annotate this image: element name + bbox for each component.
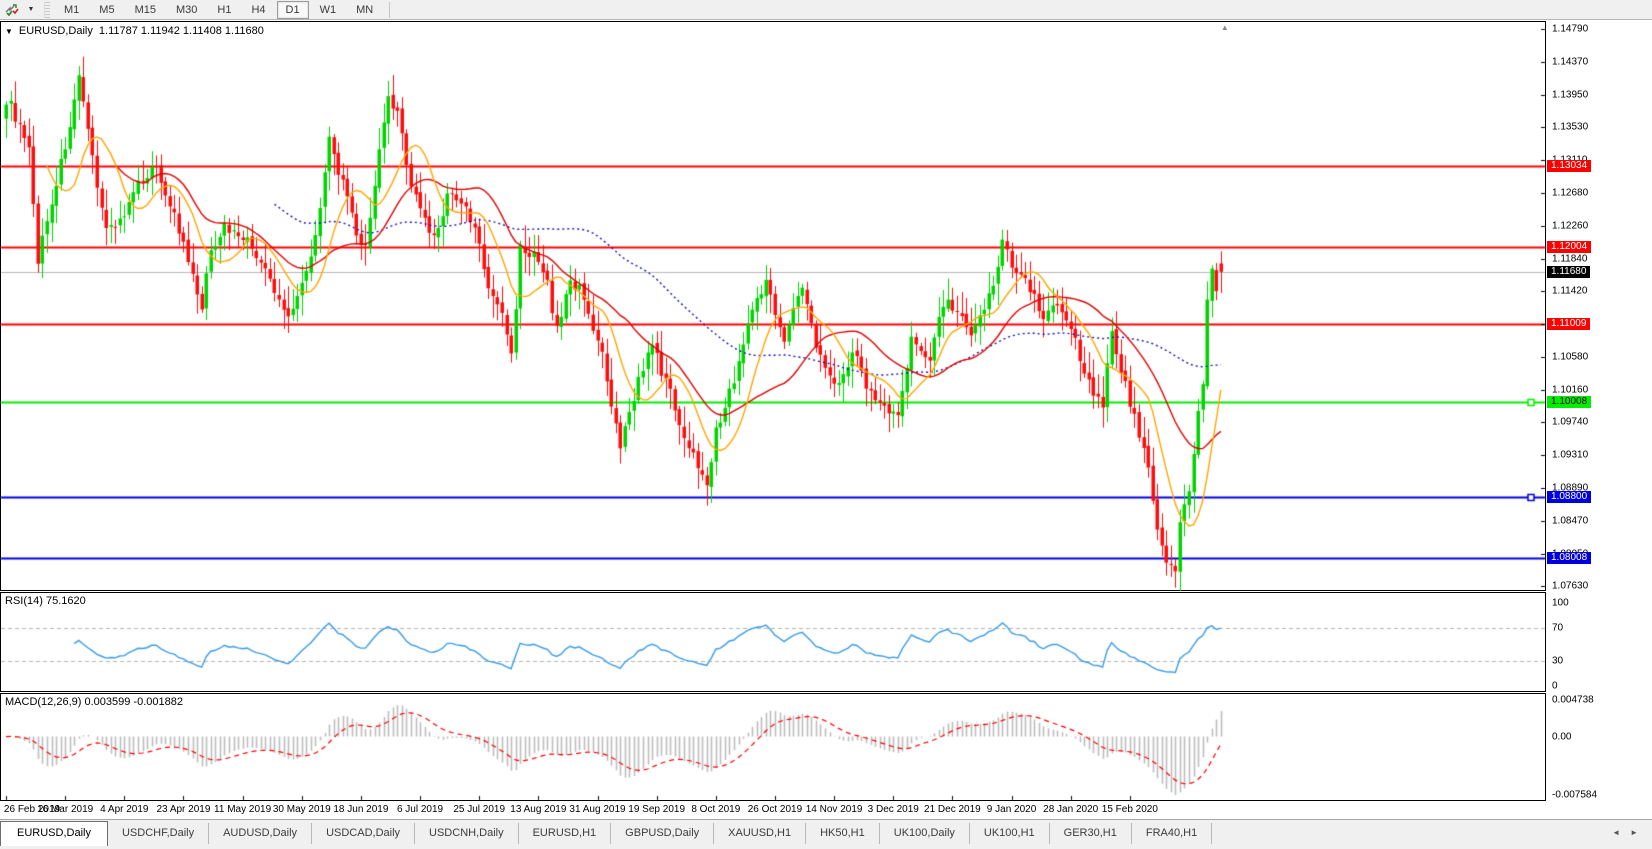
- rsi-canvas[interactable]: [0, 592, 1546, 692]
- price-tick-label: 1.07630: [1552, 581, 1588, 592]
- timeframe-button-d1[interactable]: D1: [277, 1, 309, 19]
- date-tick-label: 19 Sep 2019: [628, 804, 685, 815]
- date-tick-label: 4 Apr 2019: [100, 804, 148, 815]
- symbol-tab-usdchf-daily[interactable]: USDCHF,Daily: [108, 823, 209, 844]
- price-tick-label: 1.12680: [1552, 187, 1588, 198]
- date-tick-label: 31 Aug 2019: [569, 804, 625, 815]
- level-price-chip: 1.12004: [1547, 241, 1591, 253]
- rsi-tick-label: 70: [1552, 622, 1563, 633]
- price-tick-label: 1.13530: [1552, 122, 1588, 133]
- symbol-tab-audusd-daily[interactable]: AUDUSD,Daily: [209, 823, 312, 844]
- symbol-tab-uk100-daily[interactable]: UK100,Daily: [880, 823, 970, 844]
- toolbar-drag-handle[interactable]: [44, 2, 50, 18]
- level-price-chip: 1.10008: [1547, 396, 1591, 408]
- chart-symbol-label: EURUSD,Daily: [19, 25, 93, 37]
- symbol-tab-eurusd-h1[interactable]: EURUSD,H1: [519, 823, 612, 844]
- macd-axis: 0.004738 0.00 -0.007584: [1546, 693, 1652, 801]
- collapse-arrow-icon[interactable]: ▼: [5, 27, 13, 36]
- level-price-chip: 1.08008: [1547, 552, 1591, 564]
- date-tick-label: 14 Nov 2019: [806, 804, 863, 815]
- timeframe-button-m30[interactable]: M30: [167, 1, 206, 19]
- price-tick-label: 1.13950: [1552, 89, 1588, 100]
- chart-title: ▼ EURUSD,Daily 1.11787 1.11942 1.11408 1…: [5, 25, 264, 37]
- symbol-tab-uk100-h1[interactable]: UK100,H1: [970, 823, 1050, 844]
- date-tick-label: 23 Apr 2019: [156, 804, 210, 815]
- price-tick-label: 1.09740: [1552, 417, 1588, 428]
- timeframe-button-h1[interactable]: H1: [208, 1, 240, 19]
- timeframe-button-m5[interactable]: M5: [90, 1, 123, 19]
- timeframe-toolbar: M1M5M15M30H1H4D1W1MN: [54, 0, 383, 20]
- date-tick-label: 16 Mar 2019: [37, 804, 93, 815]
- timeframe-button-w1[interactable]: W1: [311, 1, 346, 19]
- date-tick-label: 3 Dec 2019: [868, 804, 919, 815]
- price-tick-label: 1.09310: [1552, 450, 1588, 461]
- price-tick-label: 1.10580: [1552, 351, 1588, 362]
- price-axis: 1.147901.143701.139501.135301.131101.126…: [1546, 21, 1652, 591]
- level-price-chip: 1.11009: [1547, 318, 1590, 330]
- rsi-label: RSI(14) 75.1620: [5, 595, 86, 607]
- symbol-tab-usdcad-daily[interactable]: USDCAD,Daily: [312, 823, 415, 844]
- macd-label: MACD(12,26,9) 0.003599 -0.001882: [5, 696, 183, 708]
- tab-scroll-left-icon[interactable]: ◄: [1612, 828, 1620, 837]
- chart-tabs-bar: EURUSD,DailyUSDCHF,DailyAUDUSD,DailyUSDC…: [0, 819, 1652, 849]
- macd-panel: MACD(12,26,9) 0.003599 -0.001882 0.00473…: [0, 693, 1652, 801]
- date-tick-label: 28 Jan 2020: [1043, 804, 1098, 815]
- date-tick-label: 21 Dec 2019: [924, 804, 981, 815]
- macd-tick-label: -0.007584: [1552, 790, 1597, 801]
- date-tick-label: 26 Oct 2019: [748, 804, 802, 815]
- timeframe-button-m15[interactable]: M15: [126, 1, 165, 19]
- macd-tick-label: 0.00: [1552, 731, 1571, 742]
- date-tick-label: 13 Aug 2019: [510, 804, 566, 815]
- macd-tick-label: 0.004738: [1552, 695, 1594, 706]
- date-tick-label: 6 Jul 2019: [397, 804, 443, 815]
- price-tick-label: 1.12260: [1552, 220, 1588, 231]
- price-tick-label: 1.14370: [1552, 56, 1588, 67]
- chart-shift-marker[interactable]: ▲: [1221, 23, 1229, 32]
- symbol-tab-xauusd-h1[interactable]: XAUUSD,H1: [714, 823, 806, 844]
- symbol-tab-hk50-h1[interactable]: HK50,H1: [806, 823, 880, 844]
- rsi-panel: RSI(14) 75.1620 100 70 30 0: [0, 592, 1652, 692]
- symbol-tab-usdcnh-daily[interactable]: USDCNH,Daily: [415, 823, 519, 844]
- level-price-chip: 1.08800: [1547, 491, 1591, 503]
- price-tick-label: 1.14790: [1552, 24, 1588, 35]
- symbols-icon[interactable]: [0, 1, 24, 19]
- chart-dropdown-arrow-icon[interactable]: ▼: [24, 1, 38, 19]
- date-tick-label: 18 Jun 2019: [333, 804, 388, 815]
- rsi-tick-label: 100: [1552, 598, 1569, 609]
- toolbar: ▼ M1M5M15M30H1H4D1W1MN: [0, 0, 1652, 20]
- timeframe-button-h4[interactable]: H4: [242, 1, 274, 19]
- date-tick-label: 30 May 2019: [273, 804, 331, 815]
- current-price-chip: 1.11680: [1547, 266, 1590, 278]
- symbol-tab-ger30-h1[interactable]: GER30,H1: [1050, 823, 1132, 844]
- trading-app-window: ▼ M1M5M15M30H1H4D1W1MN ▼ EURUSD,Daily 1.…: [0, 0, 1652, 849]
- symbol-tab-fra40-h1[interactable]: FRA40,H1: [1132, 823, 1212, 844]
- symbol-tab-gbpusd-daily[interactable]: GBPUSD,Daily: [611, 823, 714, 844]
- price-tick-label: 1.10160: [1552, 384, 1588, 395]
- date-tick-label: 9 Jan 2020: [987, 804, 1037, 815]
- price-chart-panel: ▼ EURUSD,Daily 1.11787 1.11942 1.11408 1…: [0, 21, 1652, 591]
- tab-scroll-right-icon[interactable]: ►: [1630, 828, 1638, 837]
- time-axis: 26 Feb 201916 Mar 20194 Apr 201923 Apr 2…: [0, 801, 1652, 819]
- rsi-tick-label: 30: [1552, 656, 1563, 667]
- price-tick-label: 1.08470: [1552, 515, 1588, 526]
- level-price-chip: 1.13034: [1547, 160, 1591, 172]
- chart-ohlc-label: 1.11787 1.11942 1.11408 1.11680: [99, 25, 264, 37]
- timeframe-button-m1[interactable]: M1: [55, 1, 88, 19]
- date-tick-label: 8 Oct 2019: [691, 804, 740, 815]
- date-tick-label: 11 May 2019: [214, 804, 271, 815]
- rsi-axis: 100 70 30 0: [1546, 592, 1652, 692]
- symbol-tab-eurusd-daily[interactable]: EURUSD,Daily: [0, 821, 108, 846]
- date-tick-label: 15 Feb 2020: [1102, 804, 1158, 815]
- toolbar-separator: [389, 2, 390, 18]
- price-tick-label: 1.11840: [1552, 253, 1587, 264]
- macd-canvas[interactable]: [0, 693, 1546, 801]
- rsi-tick-label: 0: [1552, 681, 1558, 692]
- timeframe-button-mn[interactable]: MN: [347, 1, 382, 19]
- tab-scroll-arrows: ◄►: [1612, 820, 1652, 837]
- price-tick-label: 1.11420: [1552, 286, 1587, 297]
- date-tick-label: 25 Jul 2019: [453, 804, 505, 815]
- price-chart-canvas[interactable]: [0, 21, 1546, 591]
